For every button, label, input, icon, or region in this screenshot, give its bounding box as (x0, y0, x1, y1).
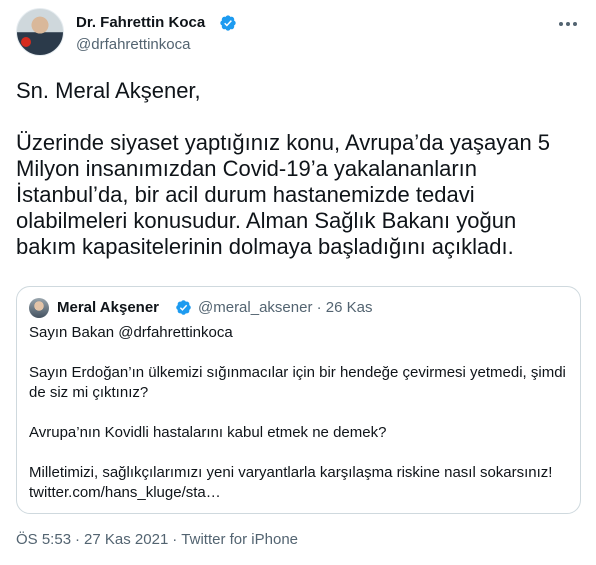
verified-badge-icon (176, 300, 191, 315)
separator-dot: · (75, 531, 81, 548)
quoted-author-display-name: Meral Akşener (57, 299, 159, 316)
tweet-time[interactable]: ÖS 5:53 (16, 531, 71, 548)
tweet-source[interactable]: Twitter for iPhone (181, 531, 298, 548)
author-avatar[interactable] (16, 8, 64, 56)
quoted-tweet-text: Sayın Bakan @drfahrettinkoca Sayın Erdoğ… (29, 324, 566, 501)
quoted-handle-date: @meral_aksener · 26 Kas (198, 299, 373, 316)
quoted-tweet[interactable]: Meral Akşener @meral_aksener · 26 Kas Sa… (16, 286, 581, 514)
verified-badge-icon (220, 15, 236, 31)
separator-dot: · (172, 531, 178, 548)
author-handle[interactable]: @drfahrettinkoca (76, 35, 190, 55)
tweet-footer: ÖS 5:53 · 27 Kas 2021 · Twitter for iPhone (16, 530, 298, 550)
author-display-name[interactable]: Dr. Fahrettin Koca (76, 13, 205, 33)
quoted-author-avatar (29, 298, 49, 318)
tweet-card: Dr. Fahrettin Koca @drfahrettinkoca Sn. … (0, 0, 596, 565)
tweet-text: Sn. Meral Akşener, Üzerinde siyaset yapt… (16, 78, 551, 259)
more-horizontal-icon[interactable] (556, 14, 580, 34)
tweet-date[interactable]: 27 Kas 2021 (84, 531, 168, 548)
